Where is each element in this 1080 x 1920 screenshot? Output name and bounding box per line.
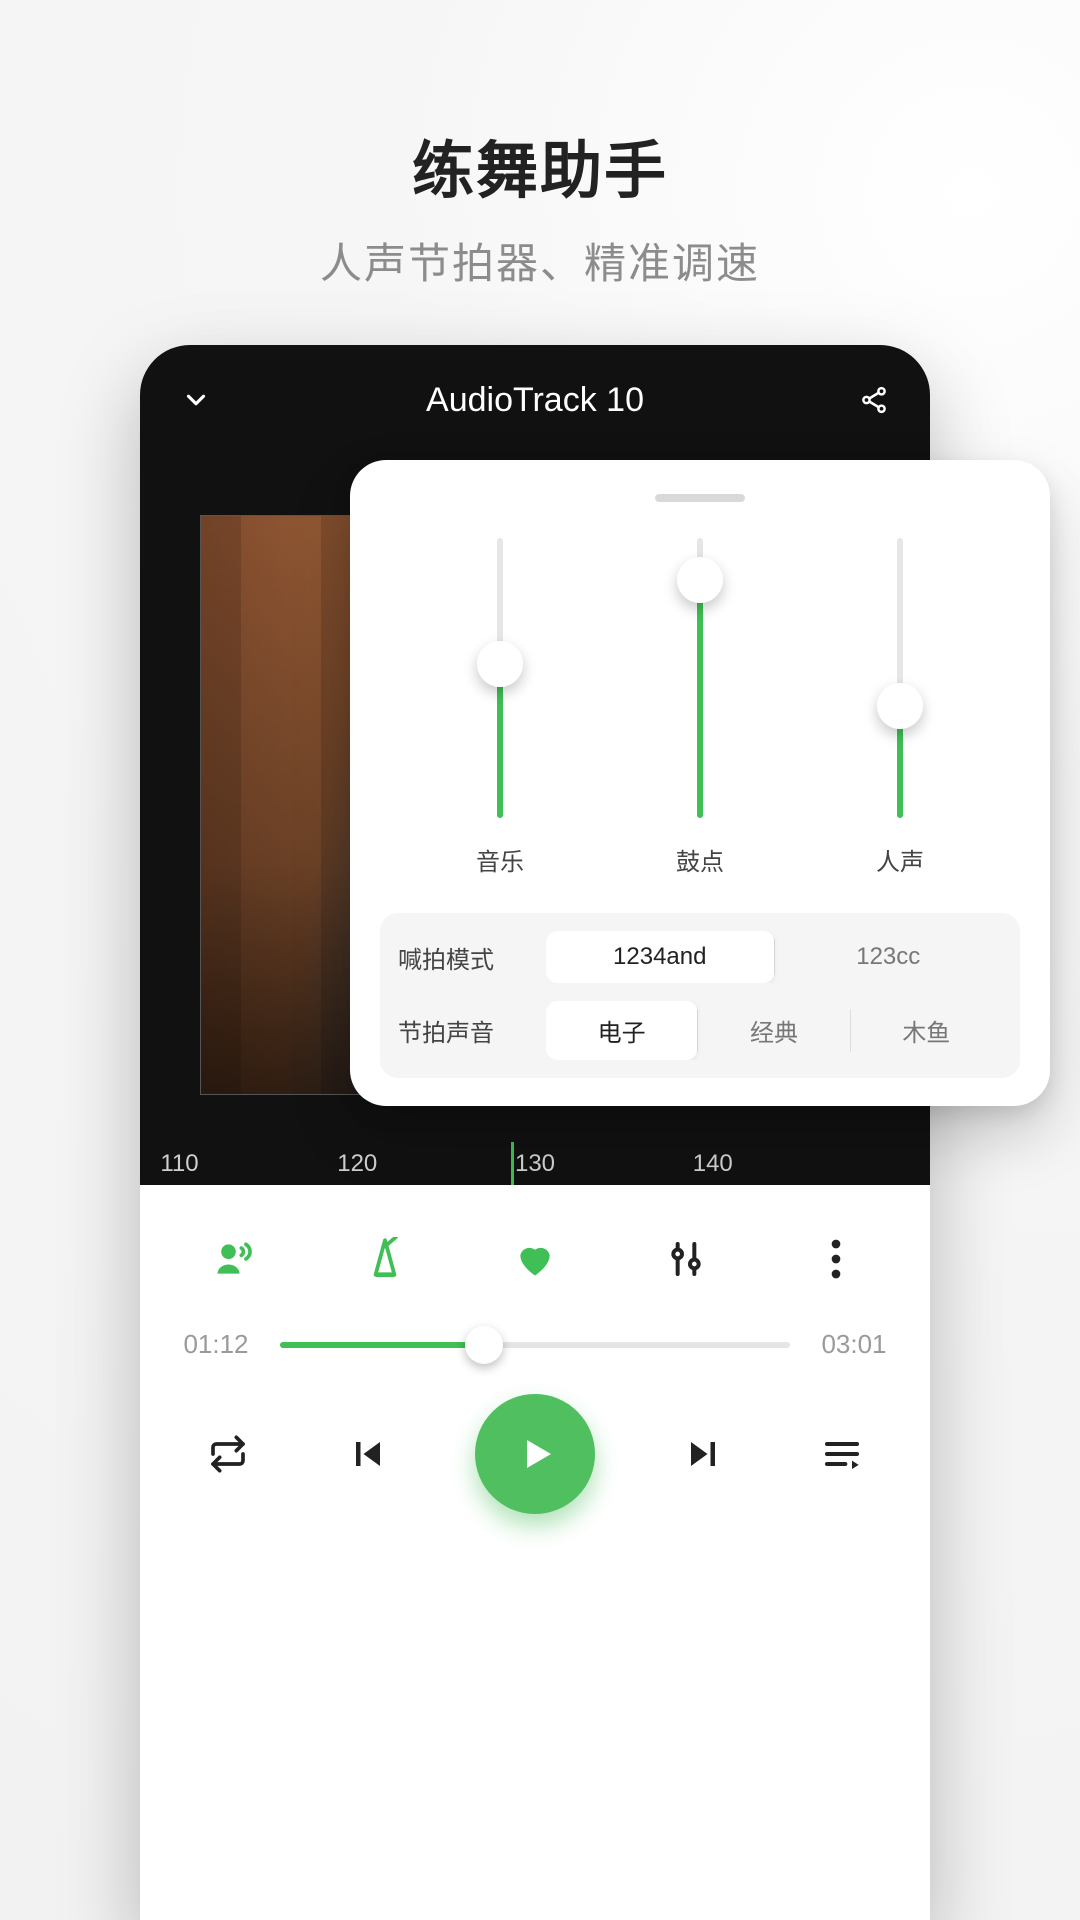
seek-bar[interactable]: 01:12 03:01 bbox=[176, 1319, 894, 1394]
play-icon bbox=[511, 1430, 559, 1478]
equalizer-button[interactable] bbox=[656, 1229, 716, 1289]
next-button[interactable] bbox=[671, 1422, 735, 1486]
volume-slider[interactable]: 鼓点 bbox=[630, 538, 770, 877]
volume-slider[interactable]: 人声 bbox=[830, 538, 970, 877]
time-total: 03:01 bbox=[814, 1329, 894, 1360]
playlist-icon bbox=[822, 1434, 862, 1474]
repeat-button[interactable] bbox=[196, 1422, 260, 1486]
beat-sound-option[interactable]: 电子 bbox=[546, 1001, 697, 1060]
repeat-icon bbox=[208, 1434, 248, 1474]
track-title: AudioTrack 10 bbox=[426, 381, 644, 420]
queue-button[interactable] bbox=[810, 1422, 874, 1486]
bpm-tick-label: 130 bbox=[515, 1150, 555, 1178]
beat-sound-row: 节拍声音 电子经典木鱼 bbox=[398, 1001, 1002, 1060]
beat-sound-option[interactable]: 经典 bbox=[698, 1001, 849, 1060]
count-mode-option[interactable]: 123cc bbox=[775, 931, 1003, 983]
collapse-button[interactable] bbox=[176, 380, 216, 420]
metronome-icon bbox=[365, 1237, 405, 1281]
more-vert-icon bbox=[831, 1239, 841, 1279]
sliders-icon bbox=[666, 1237, 706, 1281]
beat-sound-label: 节拍声音 bbox=[398, 1013, 528, 1048]
player-topbar: AudioTrack 10 bbox=[140, 345, 930, 455]
slider-label: 鼓点 bbox=[676, 842, 724, 877]
page-subtitle: 人声节拍器、精准调速 bbox=[0, 230, 1080, 291]
chevron-down-icon bbox=[181, 385, 211, 415]
beat-sound-option[interactable]: 木鱼 bbox=[851, 1001, 1002, 1060]
count-mode-label: 喊拍模式 bbox=[398, 940, 528, 975]
share-button[interactable] bbox=[854, 380, 894, 420]
count-mode-row: 喊拍模式 1234and123cc bbox=[398, 931, 1002, 983]
mixer-card: 音乐 鼓点 人声 喊拍模式 1234and123cc 节拍声音 电子经典木鱼 bbox=[350, 460, 1050, 1106]
voice-icon bbox=[212, 1237, 256, 1281]
bpm-tick-label: 110 bbox=[160, 1150, 198, 1178]
count-mode-option[interactable]: 1234and bbox=[546, 931, 774, 983]
play-button[interactable] bbox=[475, 1394, 595, 1514]
favorite-button[interactable] bbox=[505, 1229, 565, 1289]
skip-previous-icon bbox=[350, 1436, 386, 1472]
bpm-tick-label: 140 bbox=[693, 1150, 733, 1178]
slider-label: 音乐 bbox=[476, 842, 524, 877]
slider-label: 人声 bbox=[876, 842, 924, 877]
sheet-handle[interactable] bbox=[655, 494, 745, 502]
metronome-button[interactable] bbox=[355, 1229, 415, 1289]
time-elapsed: 01:12 bbox=[176, 1329, 256, 1360]
prev-button[interactable] bbox=[336, 1422, 400, 1486]
share-icon bbox=[859, 385, 889, 415]
volume-slider[interactable]: 音乐 bbox=[430, 538, 570, 877]
skip-next-icon bbox=[685, 1436, 721, 1472]
voice-count-button[interactable] bbox=[204, 1229, 264, 1289]
page-title: 练舞助手 bbox=[0, 0, 1080, 210]
control-panel: 01:12 03:01 bbox=[140, 1185, 930, 1920]
more-button[interactable] bbox=[806, 1229, 866, 1289]
heart-icon bbox=[513, 1237, 557, 1281]
bpm-tick-label: 120 bbox=[337, 1150, 377, 1178]
